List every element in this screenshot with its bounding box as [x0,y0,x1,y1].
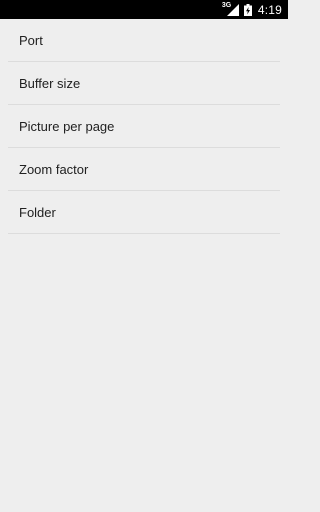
settings-item-port[interactable]: Port [8,19,280,62]
clock: 4:19 [257,2,282,17]
settings-item-label: Picture per page [19,118,115,134]
signal-icon: 3G [221,1,239,16]
network-type-label: 3G [221,1,232,9]
settings-item-folder[interactable]: Folder [8,191,280,234]
settings-item-label: Folder [19,204,56,220]
battery-charging-icon [243,3,252,16]
status-bar: 3G 4:19 [0,0,288,19]
settings-list: Port Buffer size Picture per page Zoom f… [0,19,288,234]
status-icons: 3G 4:19 [221,0,282,19]
settings-item-label: Port [19,32,43,48]
settings-item-label: Zoom factor [19,161,89,177]
settings-item-zoom-factor[interactable]: Zoom factor [8,148,280,191]
settings-item-picture-per-page[interactable]: Picture per page [8,105,280,148]
settings-item-buffer-size[interactable]: Buffer size [8,62,280,105]
settings-item-label: Buffer size [19,75,81,91]
